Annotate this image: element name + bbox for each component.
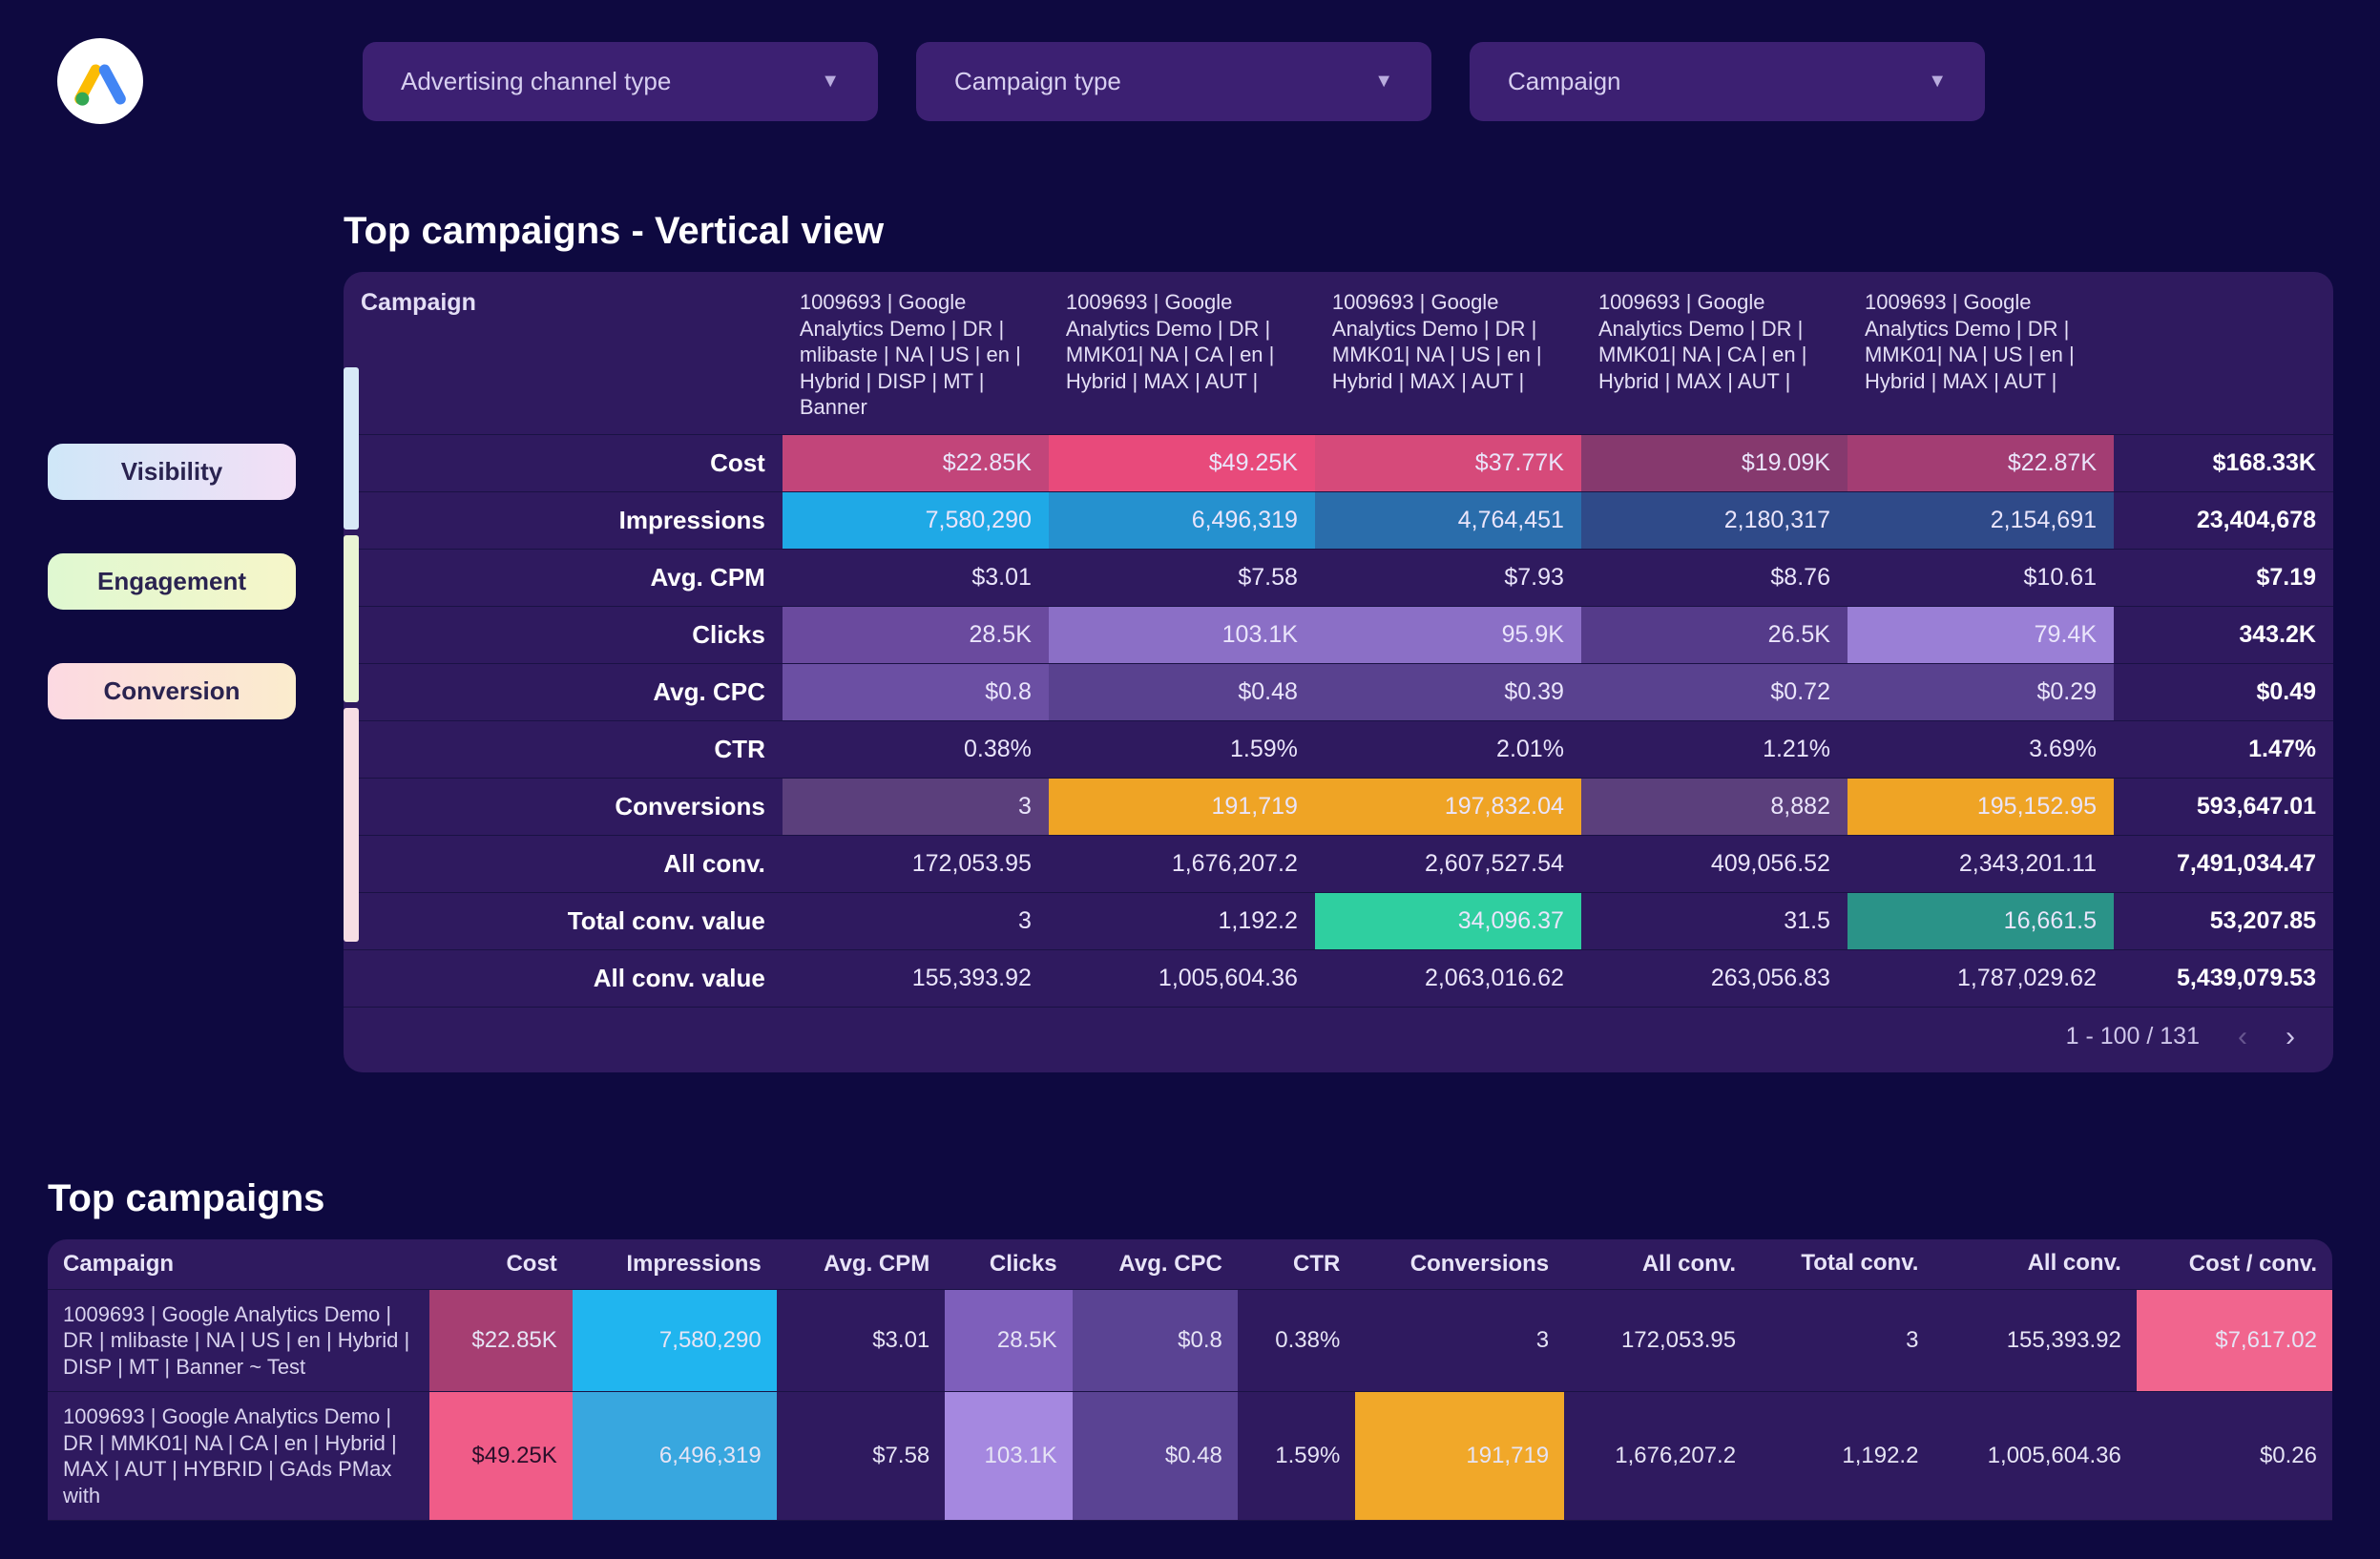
- filter-campaign[interactable]: Campaign ▼: [1470, 42, 1985, 121]
- col-header-campaign[interactable]: Campaign: [344, 272, 783, 434]
- row-header-ctr: CTR: [344, 720, 783, 778]
- chevron-down-icon: ▼: [1374, 71, 1393, 93]
- filter-label: Advertising channel type: [401, 67, 671, 96]
- category-bars: [344, 367, 359, 942]
- hcol[interactable]: Total conv.: [1751, 1239, 1933, 1290]
- hcol[interactable]: Cost: [429, 1239, 573, 1290]
- category-pill-conversion: Conversion: [48, 663, 296, 719]
- row-header-allconv: All conv.: [344, 835, 783, 892]
- category-pill-visibility: Visibility: [48, 444, 296, 500]
- col-header-total: [2114, 272, 2333, 434]
- col-header[interactable]: 1009693 | Google Analytics Demo | DR | M…: [1049, 272, 1315, 434]
- hcol[interactable]: Avg. CPC: [1073, 1239, 1238, 1290]
- table-pager: 1 - 100 / 131 ‹ ›: [344, 1008, 2333, 1072]
- col-header[interactable]: 1009693 | Google Analytics Demo | DR | M…: [1848, 272, 2114, 434]
- chevron-down-icon: ▼: [821, 71, 840, 93]
- table-row: 1009693 | Google Analytics Demo | DR | M…: [48, 1392, 2332, 1521]
- hcol[interactable]: CTR: [1238, 1239, 1355, 1290]
- table-row: CTR 0.38% 1.59% 2.01% 1.21% 3.69% 1.47%: [344, 720, 2333, 778]
- table-row: All conv. 172,053.95 1,676,207.2 2,607,5…: [344, 835, 2333, 892]
- campaign-name[interactable]: 1009693 | Google Analytics Demo | DR | M…: [48, 1392, 429, 1521]
- pager-prev-icon[interactable]: ‹: [2238, 1021, 2247, 1053]
- row-header-tcval: Total conv. value: [344, 892, 783, 949]
- row-header-acval: All conv. value: [344, 949, 783, 1007]
- row-header-cost: Cost: [344, 434, 783, 491]
- vertical-campaign-table: Campaign 1009693 | Google Analytics Demo…: [344, 272, 2333, 1072]
- filter-channel-type[interactable]: Advertising channel type ▼: [363, 42, 878, 121]
- hcol[interactable]: All conv.: [1564, 1239, 1751, 1290]
- filter-label: Campaign type: [954, 67, 1121, 96]
- table-row: All conv. value 155,393.92 1,005,604.36 …: [344, 949, 2333, 1007]
- pager-next-icon[interactable]: ›: [2286, 1021, 2295, 1053]
- table-row: 1009693 | Google Analytics Demo | DR | m…: [48, 1289, 2332, 1392]
- category-pill-engagement: Engagement: [48, 553, 296, 610]
- section-title-horizontal: Top campaigns: [48, 1177, 2380, 1220]
- hcol[interactable]: Avg. CPM: [777, 1239, 946, 1290]
- table-row: Total conv. value 3 1,192.2 34,096.37 31…: [344, 892, 2333, 949]
- row-header-cpm: Avg. CPM: [344, 549, 783, 606]
- horizontal-campaign-table: Campaign Cost Impressions Avg. CPM Click…: [48, 1239, 2332, 1522]
- hcol[interactable]: Impressions: [573, 1239, 777, 1290]
- campaign-name[interactable]: 1009693 | Google Analytics Demo | DR | m…: [48, 1289, 429, 1392]
- table-row: Avg. CPM $3.01 $7.58 $7.93 $8.76 $10.61 …: [344, 549, 2333, 606]
- table-row: Clicks 28.5K 103.1K 95.9K 26.5K 79.4K 34…: [344, 606, 2333, 663]
- hcol[interactable]: Conversions: [1355, 1239, 1564, 1290]
- filter-campaign-type[interactable]: Campaign type ▼: [916, 42, 1431, 121]
- section-title-vertical: Top campaigns - Vertical view: [344, 210, 2380, 253]
- col-header[interactable]: 1009693 | Google Analytics Demo | DR | M…: [1315, 272, 1581, 434]
- row-header-clicks: Clicks: [344, 606, 783, 663]
- table-row: Cost $22.85K $49.25K $37.77K $19.09K $22…: [344, 434, 2333, 491]
- google-ads-logo-icon: [57, 38, 143, 124]
- col-header[interactable]: 1009693 | Google Analytics Demo | DR | m…: [783, 272, 1049, 434]
- table-row: Avg. CPC $0.8 $0.48 $0.39 $0.72 $0.29 $0…: [344, 663, 2333, 720]
- hcol[interactable]: Cost / conv.: [2137, 1239, 2332, 1290]
- table-row: Conversions 3 191,719 197,832.04 8,882 1…: [344, 778, 2333, 835]
- row-header-impressions: Impressions: [344, 491, 783, 549]
- filter-label: Campaign: [1508, 67, 1621, 96]
- pager-range: 1 - 100 / 131: [2066, 1023, 2200, 1050]
- row-header-cpc: Avg. CPC: [344, 663, 783, 720]
- hcol[interactable]: Clicks: [945, 1239, 1072, 1290]
- chevron-down-icon: ▼: [1928, 71, 1947, 93]
- table-row: Impressions 7,580,290 6,496,319 4,764,45…: [344, 491, 2333, 549]
- col-header[interactable]: 1009693 | Google Analytics Demo | DR | M…: [1581, 272, 1848, 434]
- hcol[interactable]: All conv.: [1933, 1239, 2136, 1290]
- hcol[interactable]: Campaign: [48, 1239, 429, 1290]
- row-header-conversions: Conversions: [344, 778, 783, 835]
